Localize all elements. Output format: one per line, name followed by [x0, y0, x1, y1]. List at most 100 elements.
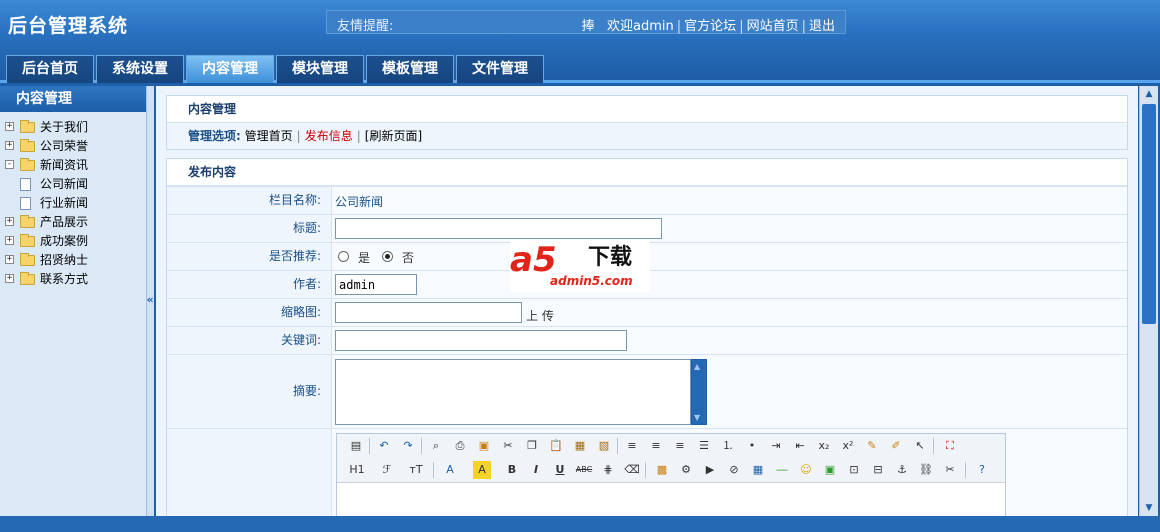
editor-body[interactable]	[337, 482, 1005, 516]
help-icon[interactable]: ?	[973, 461, 991, 479]
align-center-icon[interactable]: ≡	[647, 437, 665, 455]
recommend-no-radio[interactable]	[382, 251, 393, 262]
attachment-icon[interactable]: ⊘	[725, 461, 743, 479]
summary-label: 摘要:	[167, 355, 331, 428]
unordered-list-icon[interactable]: •	[743, 437, 761, 455]
print-icon[interactable]: ⎙	[451, 437, 469, 455]
tree-item-products[interactable]: + 产品展示	[0, 213, 146, 232]
tree-item-honors[interactable]: + 公司荣誉	[0, 137, 146, 156]
upload-button[interactable]: 上 传	[526, 307, 554, 324]
align-left-icon[interactable]: ≡	[623, 437, 641, 455]
copy-icon[interactable]: ❐	[523, 437, 541, 455]
manage-home-link[interactable]: 管理首页	[245, 129, 293, 143]
author-input[interactable]	[335, 274, 417, 295]
keywords-input[interactable]	[335, 330, 627, 351]
expand-icon[interactable]: +	[5, 236, 14, 245]
link-icon[interactable]: ⛓	[917, 461, 935, 479]
tree-item-news[interactable]: - 新闻资讯	[0, 156, 146, 175]
scroll-thumb[interactable]	[1142, 104, 1156, 324]
tab-module-management[interactable]: 模块管理	[276, 55, 364, 83]
font-family-button[interactable]: ℱ	[375, 461, 399, 479]
code-icon[interactable]: ⊡	[845, 461, 863, 479]
scroll-up-icon[interactable]: ▲	[694, 362, 700, 371]
italic-button[interactable]: I	[527, 461, 545, 479]
superscript-button[interactable]: x²	[839, 437, 857, 455]
paste-icon[interactable]: 📋	[547, 437, 565, 455]
tree-item-contact[interactable]: + 联系方式	[0, 270, 146, 289]
eraser-icon[interactable]: ⌫	[623, 461, 641, 479]
publish-info-link[interactable]: 发布信息	[305, 129, 353, 143]
outdent-icon[interactable]: ⇤	[791, 437, 809, 455]
expand-icon[interactable]: +	[5, 217, 14, 226]
site-home-link[interactable]: 网站首页	[747, 19, 799, 34]
heading-button[interactable]: H1	[343, 461, 371, 479]
font-size-button[interactable]: тT	[403, 461, 429, 479]
expand-icon[interactable]: +	[5, 122, 14, 131]
thumbnail-input[interactable]	[335, 302, 522, 323]
title-input[interactable]	[335, 218, 662, 239]
tab-admin-home[interactable]: 后台首页	[6, 55, 94, 83]
forum-link[interactable]: 官方论坛	[684, 19, 736, 34]
highlight-color-button[interactable]: A	[473, 461, 491, 479]
tree-item-cases[interactable]: + 成功案例	[0, 232, 146, 251]
emoticon-icon[interactable]: ☺	[797, 461, 815, 479]
summary-scrollbar[interactable]: ▲ ▼	[691, 359, 707, 425]
tree-item-about[interactable]: + 关于我们	[0, 118, 146, 137]
folder-icon	[20, 215, 35, 228]
tree-item-company-news[interactable]: 公司新闻	[0, 175, 146, 194]
indent-icon[interactable]: ⇥	[767, 437, 785, 455]
paste-text-icon[interactable]: ▦	[571, 437, 589, 455]
table-icon[interactable]: ▦	[749, 461, 767, 479]
tab-file-management[interactable]: 文件管理	[456, 55, 544, 83]
align-justify-icon[interactable]: ☰	[695, 437, 713, 455]
source-icon[interactable]: ▤	[347, 437, 365, 455]
tree-item-industry-news[interactable]: 行业新闻	[0, 194, 146, 213]
unlink-icon[interactable]: ✂	[941, 461, 959, 479]
recommend-yes-radio[interactable]	[338, 251, 349, 262]
tab-template-management[interactable]: 模板管理	[366, 55, 454, 83]
redo-icon[interactable]: ↷	[399, 437, 417, 455]
template-icon[interactable]: ▣	[475, 437, 493, 455]
page-break-icon[interactable]: ⊟	[869, 461, 887, 479]
select-all-icon[interactable]: ✐	[887, 437, 905, 455]
logout-link[interactable]: 退出	[809, 19, 835, 34]
expand-icon[interactable]: +	[5, 141, 14, 150]
flash-icon[interactable]: ⚙	[677, 461, 695, 479]
ordered-list-icon[interactable]: ⒈	[719, 437, 737, 455]
page-scrollbar[interactable]: ▲ ▼	[1139, 86, 1158, 516]
editor-field: ▤ ↶ ↷ ⌕ ⎙ ▣ ✂ ❐ 📋 ▦ ▧ ≡ ≡ ≡ ☰ ⒈ • ⇥ ⇤ x₂…	[331, 429, 1127, 516]
align-right-icon[interactable]: ≡	[671, 437, 689, 455]
summary-textarea[interactable]	[335, 359, 691, 425]
clear-format-icon[interactable]: ✎	[863, 437, 881, 455]
bold-button[interactable]: B	[503, 461, 521, 479]
collapse-sidebar-icon[interactable]: «	[145, 293, 155, 307]
user-links: 捧 欢迎admin | 官方论坛 | 网站首页 | 退出	[581, 19, 835, 34]
tab-system-settings[interactable]: 系统设置	[96, 55, 184, 83]
fullscreen-icon[interactable]: ⛶	[941, 437, 959, 455]
insert-image-icon[interactable]: ▩	[653, 461, 671, 479]
font-color-button[interactable]: A	[441, 461, 459, 479]
underline-button[interactable]: U	[551, 461, 569, 479]
scroll-up-icon[interactable]: ▲	[1142, 88, 1156, 100]
cut-icon[interactable]: ✂	[499, 437, 517, 455]
expand-icon[interactable]: +	[5, 255, 14, 264]
tree-item-jobs[interactable]: + 招贤纳士	[0, 251, 146, 270]
expand-icon[interactable]: +	[5, 274, 14, 283]
scroll-down-icon[interactable]: ▼	[1142, 502, 1156, 514]
title-row: 标题:	[167, 214, 1127, 242]
paste-word-icon[interactable]: ▧	[595, 437, 613, 455]
tab-content-management[interactable]: 内容管理	[186, 55, 274, 83]
anchor-icon[interactable]: ⚓	[893, 461, 911, 479]
collapse-icon[interactable]: -	[5, 160, 14, 169]
preview-icon[interactable]: ⌕	[427, 437, 445, 455]
horizontal-rule-icon[interactable]: ―	[773, 461, 791, 479]
pointer-icon[interactable]: ↖	[911, 437, 929, 455]
grid-icon[interactable]: ⋕	[599, 461, 617, 479]
gallery-icon[interactable]: ▣	[821, 461, 839, 479]
refresh-page-link[interactable]: [刷新页面]	[365, 129, 422, 143]
scroll-down-icon[interactable]: ▼	[694, 413, 700, 422]
undo-icon[interactable]: ↶	[375, 437, 393, 455]
subscript-button[interactable]: x₂	[815, 437, 833, 455]
media-icon[interactable]: ▶	[701, 461, 719, 479]
strikethrough-button[interactable]: ABC	[575, 461, 593, 479]
